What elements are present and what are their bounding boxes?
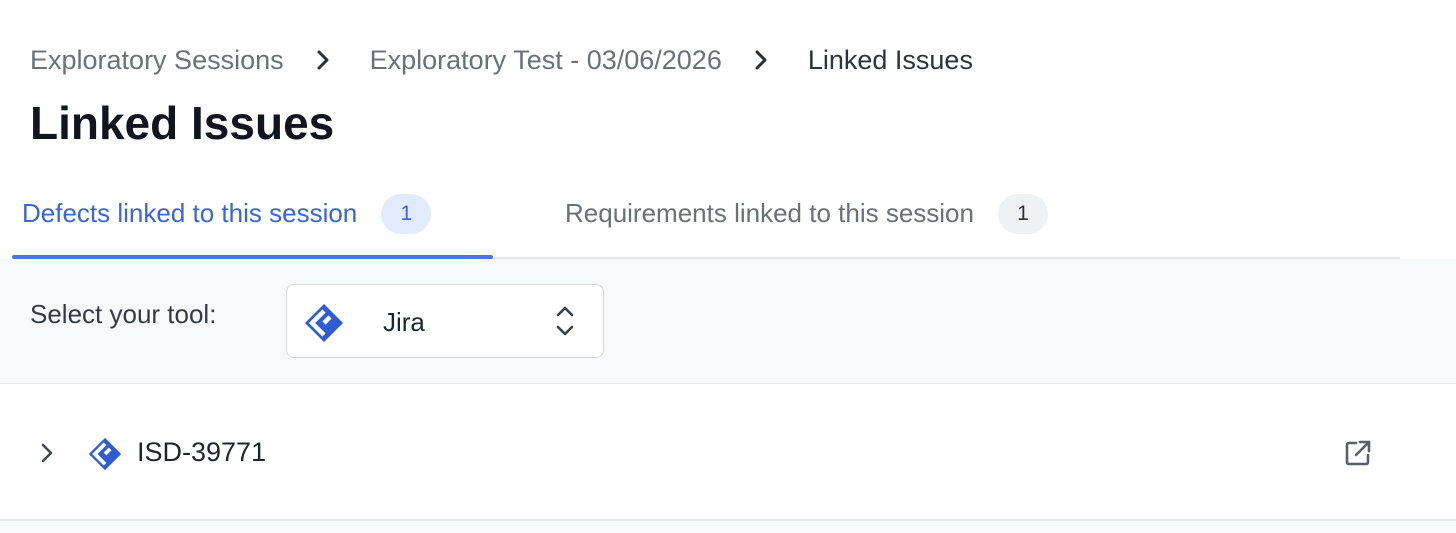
page-title: Linked Issues <box>30 97 335 149</box>
linked-issues-page: Exploratory Sessions Exploratory Test - … <box>0 0 1456 533</box>
tab-bar: Defects linked to this session 1 Require… <box>12 170 1400 259</box>
chevron-up-down-icon <box>554 303 576 344</box>
chevron-right-icon[interactable] <box>36 440 58 471</box>
issue-key[interactable]: ISD-39771 <box>137 437 266 468</box>
issue-row: ISD-39771 <box>0 385 1456 521</box>
tool-selector-label: Select your tool: <box>30 299 217 329</box>
tool-select-dropdown[interactable]: Jira <box>286 284 604 358</box>
tab-requirements[interactable]: Requirements linked to this session 1 <box>493 170 1048 257</box>
tab-defects-label: Defects linked to this session <box>22 198 358 228</box>
breadcrumb-exploratory-test[interactable]: Exploratory Test - 03/06/2026 <box>370 45 722 76</box>
tab-requirements-label: Requirements linked to this session <box>565 198 974 228</box>
jira-logo-icon <box>88 437 122 476</box>
tab-defects-count-badge: 1 <box>381 193 432 234</box>
chevron-right-icon <box>314 50 332 70</box>
tool-select-value: Jira <box>383 307 425 337</box>
breadcrumb: Exploratory Sessions Exploratory Test - … <box>30 38 973 82</box>
tool-selector-bar: Select your tool: Jira <box>0 259 1456 384</box>
breadcrumb-current: Linked Issues <box>807 44 973 75</box>
jira-logo-icon <box>304 303 344 348</box>
next-row-divider <box>0 521 1456 533</box>
chevron-right-icon <box>752 50 770 70</box>
tab-requirements-count-badge: 1 <box>997 193 1048 234</box>
breadcrumb-exploratory-sessions[interactable]: Exploratory Sessions <box>30 45 284 76</box>
tab-defects[interactable]: Defects linked to this session 1 <box>12 170 493 259</box>
external-link-icon[interactable] <box>1343 438 1373 473</box>
